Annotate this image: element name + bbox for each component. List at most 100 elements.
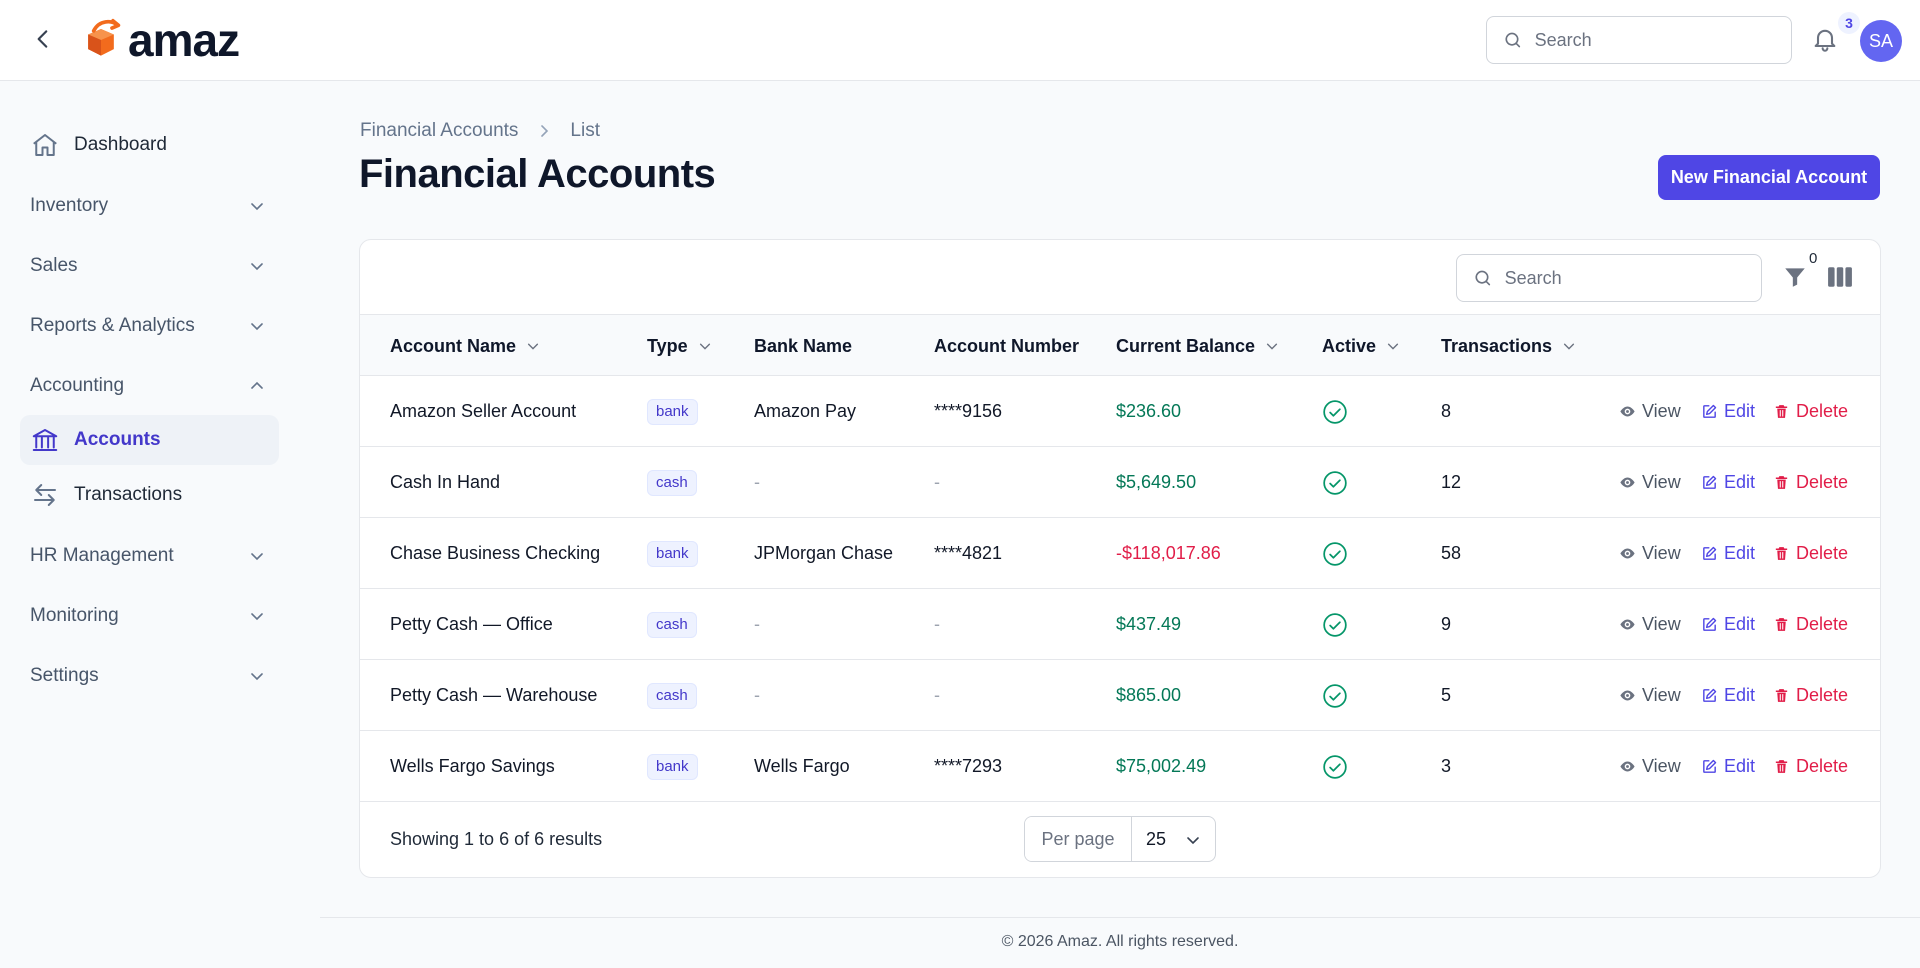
table-search-input[interactable]	[1504, 267, 1761, 289]
back-arrow-icon[interactable]	[30, 26, 56, 52]
sidebar-item-label: Accounts	[74, 429, 161, 450]
table-row: Petty Cash — Office cash - - $437.49 9 View Edi…	[360, 589, 1880, 660]
chevron-down-icon	[1387, 343, 1399, 350]
delete-label: Delete	[1796, 756, 1849, 776]
notification-count-badge: 3	[1838, 12, 1860, 34]
cell-type: bank	[647, 731, 698, 802]
delete-button[interactable]: Delete	[1773, 756, 1848, 777]
sidebar-item-dashboard[interactable]: Dashboard	[20, 120, 279, 170]
trash-icon	[1773, 474, 1796, 491]
sidebar-group-reports-analytics[interactable]: Reports & Analytics	[20, 301, 279, 351]
top-bar: amaz 3 SA	[0, 0, 1920, 81]
active-check-icon	[1322, 612, 1348, 638]
cell-actions: Delete	[1773, 518, 1848, 589]
copyright-text: © 2026 Amaz. All rights reserved.	[1001, 933, 1239, 950]
chevron-down-icon	[527, 343, 539, 350]
sidebar-group-hr-management[interactable]: HR Management	[20, 531, 279, 581]
cell-actions: View	[1619, 518, 1681, 589]
notifications-bell-icon[interactable]	[1811, 24, 1839, 54]
view-button[interactable]: View	[1619, 401, 1681, 422]
cell-account-name: Petty Cash — Office	[390, 614, 553, 634]
type-badge: cash	[647, 469, 697, 496]
cell-type: cash	[647, 447, 697, 518]
page-title: Financial Accounts	[359, 152, 716, 196]
per-page-select[interactable]: 25	[1132, 817, 1215, 861]
cell-active	[1322, 376, 1348, 447]
column-label: Type	[647, 335, 688, 356]
cell-actions: Delete	[1773, 731, 1848, 802]
sidebar-group-monitoring[interactable]: Monitoring	[20, 591, 279, 641]
cell-current-balance: $437.49	[1116, 614, 1182, 634]
cell-actions: View	[1619, 376, 1681, 447]
delete-button[interactable]: Delete	[1773, 614, 1848, 635]
view-button[interactable]: View	[1619, 543, 1681, 564]
delete-button[interactable]: Delete	[1773, 401, 1848, 422]
cell-actions: Delete	[1773, 447, 1848, 518]
breadcrumb-parent[interactable]: Financial Accounts	[360, 120, 518, 142]
delete-button[interactable]: Delete	[1773, 472, 1848, 493]
table-search[interactable]	[1456, 254, 1762, 302]
column-header-type[interactable]: Type	[647, 315, 712, 377]
bank-icon	[32, 429, 58, 451]
sidebar-group-accounting[interactable]: Accounting	[20, 361, 279, 411]
column-header-current-balance[interactable]: Current Balance	[1116, 315, 1279, 377]
new-financial-account-button[interactable]: New Financial Account	[1658, 155, 1880, 200]
edit-button[interactable]: Edit	[1701, 685, 1755, 706]
table-row: Chase Business Checking bank JPMorgan Chas…	[360, 518, 1880, 589]
view-button[interactable]: View	[1619, 685, 1681, 706]
chevron-down-icon	[251, 553, 263, 561]
eye-icon	[1619, 545, 1642, 562]
edit-button[interactable]: Edit	[1701, 472, 1755, 493]
chevron-down-icon	[1266, 343, 1278, 350]
filter-icon[interactable]	[1782, 264, 1808, 290]
global-search[interactable]	[1486, 16, 1792, 64]
cell-current-balance: $865.00	[1116, 685, 1182, 705]
edit-button[interactable]: Edit	[1701, 614, 1755, 635]
trash-icon	[1773, 687, 1796, 704]
column-header-active[interactable]: Active	[1322, 315, 1400, 377]
eye-icon	[1619, 474, 1642, 491]
active-check-icon	[1322, 683, 1348, 709]
edit-icon	[1701, 687, 1724, 704]
edit-button[interactable]: Edit	[1701, 543, 1755, 564]
chevron-down-icon	[251, 323, 263, 331]
table-row: Petty Cash — Warehouse cash - - $865.00 5 View…	[360, 660, 1880, 731]
view-button[interactable]: View	[1619, 756, 1681, 777]
edit-button[interactable]: Edit	[1701, 401, 1755, 422]
sidebar-item-accounts[interactable]: Accounts	[20, 415, 279, 465]
view-button[interactable]: View	[1619, 472, 1681, 493]
delete-button[interactable]: Delete	[1773, 685, 1848, 706]
chevron-down-icon	[699, 343, 710, 350]
sidebar-group-inventory[interactable]: Inventory	[20, 181, 279, 231]
sidebar-item-transactions[interactable]: Transactions	[20, 470, 279, 520]
trash-icon	[1773, 758, 1796, 775]
per-page-value: 25	[1146, 828, 1167, 849]
edit-icon	[1701, 758, 1724, 775]
view-button[interactable]: View	[1619, 614, 1681, 635]
app-logo[interactable]: amaz	[78, 14, 240, 66]
delete-button[interactable]: Delete	[1773, 543, 1848, 564]
column-label: Current Balance	[1116, 335, 1256, 356]
column-header-account-name[interactable]: Account Name	[390, 315, 540, 377]
cell-type: cash	[647, 589, 697, 660]
sidebar-group-sales[interactable]: Sales	[20, 241, 279, 291]
results-summary: Showing 1 to 6 of 6 results	[390, 829, 603, 849]
trash-icon	[1773, 616, 1796, 633]
cell-bank-name: -	[754, 685, 760, 705]
edit-icon	[1701, 545, 1724, 562]
delete-label: Delete	[1796, 685, 1849, 705]
active-check-icon	[1322, 470, 1348, 496]
column-header-transactions[interactable]: Transactions	[1441, 315, 1576, 377]
cell-actions: View	[1619, 731, 1681, 802]
sidebar-group-settings[interactable]: Settings	[20, 651, 279, 701]
edit-button[interactable]: Edit	[1701, 756, 1755, 777]
cell-account-name: Chase Business Checking	[390, 543, 601, 563]
cell-account-name: Amazon Seller Account	[390, 401, 577, 421]
global-search-input[interactable]	[1534, 29, 1791, 51]
user-avatar[interactable]: SA	[1860, 20, 1902, 62]
logo-text: amaz	[128, 14, 240, 66]
sidebar-item-label: Reports & Analytics	[30, 315, 195, 336]
columns-icon[interactable]	[1827, 265, 1853, 289]
sidebar-item-label: Accounting	[30, 375, 125, 396]
column-label: Account Number	[934, 335, 1080, 356]
